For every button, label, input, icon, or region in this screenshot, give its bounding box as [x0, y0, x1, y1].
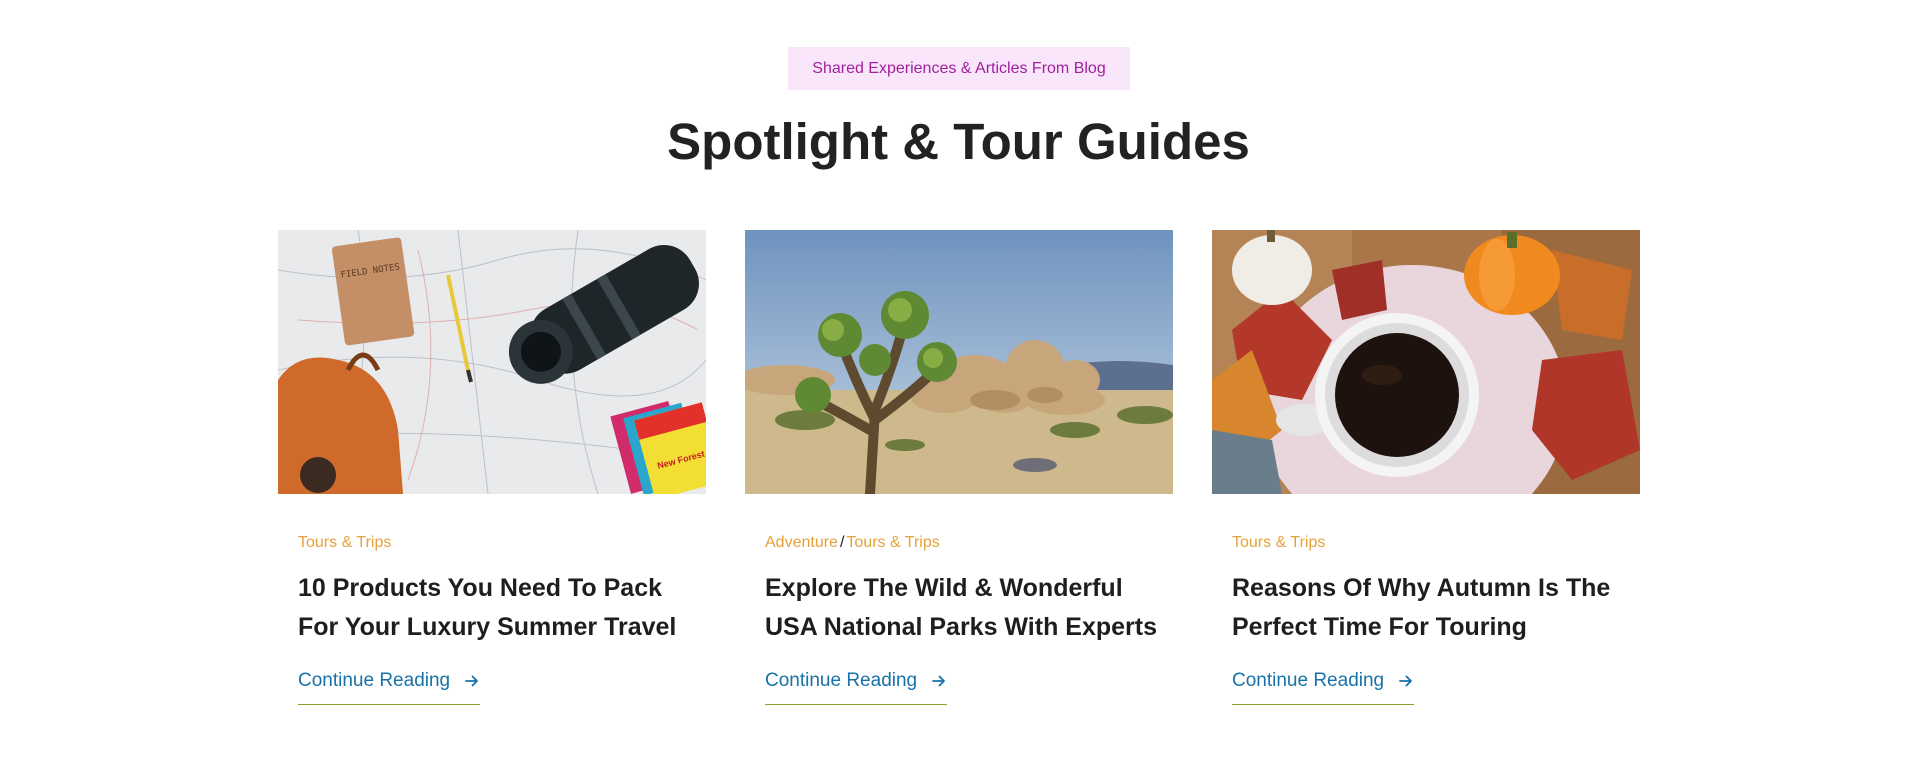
category-link[interactable]: Tours & Trips: [846, 534, 939, 551]
autumn-coffee-image: [1212, 230, 1640, 494]
category-link[interactable]: Tours & Trips: [298, 534, 391, 551]
continue-reading-label: Continue Reading: [765, 670, 918, 691]
post-title[interactable]: Reasons Of Why Autumn Is The Perfect Tim…: [1232, 569, 1627, 647]
category-link[interactable]: Tours & Trips: [1232, 534, 1325, 551]
arrow-right-icon: [1399, 675, 1413, 687]
blog-card-image-link[interactable]: [1212, 230, 1640, 494]
arrow-right-icon: [465, 675, 479, 687]
continue-reading-link[interactable]: Continue Reading: [1232, 669, 1415, 705]
continue-reading-link[interactable]: Continue Reading: [298, 669, 481, 705]
category-link[interactable]: Adventure: [765, 534, 838, 551]
blog-card-image-link[interactable]: [745, 230, 1173, 494]
section-eyebrow-badge: Shared Experiences & Articles From Blog: [788, 47, 1130, 90]
blog-section: Shared Experiences & Articles From Blog …: [0, 0, 1917, 769]
post-categories: Tours & Trips: [1232, 532, 1620, 554]
travel-flatlay-image: FIELD NOTES New Forest: [278, 230, 706, 494]
blog-card: Tours & Trips Reasons Of Why Autumn Is T…: [1212, 230, 1640, 730]
continue-reading-label: Continue Reading: [298, 670, 451, 691]
post-title[interactable]: Explore The Wild & Wonderful USA Nationa…: [765, 569, 1160, 647]
desert-landscape-image: [745, 230, 1173, 494]
continue-reading-label: Continue Reading: [1232, 670, 1385, 691]
blog-card-image-link[interactable]: FIELD NOTES New Forest: [278, 230, 706, 494]
post-categories: Adventure / Tours & Trips: [765, 532, 1153, 554]
blog-card: FIELD NOTES New Forest Tours & Trips 10 …: [278, 230, 706, 730]
continue-reading-link[interactable]: Continue Reading: [765, 669, 948, 705]
post-categories: Tours & Trips: [298, 532, 686, 554]
blog-card: Adventure / Tours & Trips Explore The Wild…: [745, 230, 1173, 730]
arrow-right-icon: [932, 675, 946, 687]
section-heading: Spotlight & Tour Guides: [667, 113, 1250, 170]
post-title[interactable]: 10 Products You Need To Pack For Your Lu…: [298, 569, 693, 647]
